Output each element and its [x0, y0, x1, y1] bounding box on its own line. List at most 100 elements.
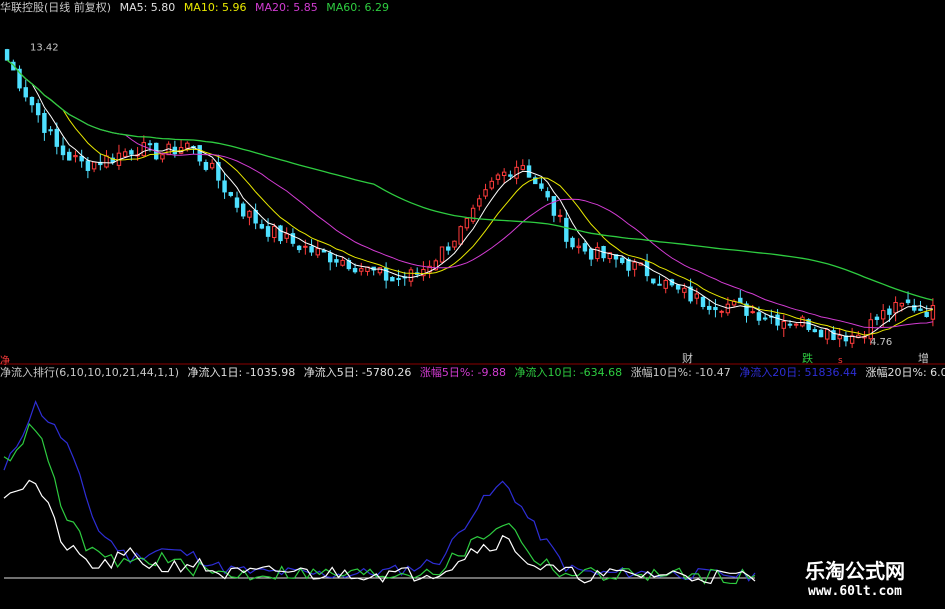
candle-body	[576, 245, 581, 249]
candle-body	[309, 246, 314, 253]
candle-body	[67, 151, 72, 161]
candle-body	[756, 312, 762, 321]
candle-body	[694, 293, 699, 299]
tag-die: 跌	[802, 352, 813, 365]
watermark: 乐淘公式网 www.60lt.com	[775, 555, 935, 607]
change-20d: 涨幅20日%: 6.01	[865, 366, 945, 379]
candle-body	[234, 197, 240, 208]
candle-body	[265, 226, 271, 237]
candle-body	[247, 210, 252, 218]
indicator-line-3	[3, 479, 756, 585]
candle-body	[48, 129, 53, 132]
candle-body	[781, 321, 786, 329]
candle-body	[825, 328, 830, 340]
candle-body	[160, 154, 165, 160]
tag-zeng: 增	[918, 352, 929, 365]
candle-body	[570, 237, 575, 248]
candle-body	[228, 192, 233, 196]
candle-body	[42, 112, 47, 133]
candle-body	[396, 277, 401, 280]
candle-body	[930, 305, 936, 320]
candle-body	[327, 252, 333, 263]
candle-body	[707, 305, 712, 310]
candle-body	[185, 142, 190, 149]
ma10-line	[6, 59, 934, 336]
tag-s: s	[838, 356, 843, 366]
candle-body	[23, 87, 28, 98]
candle-body	[390, 276, 395, 282]
candle-body	[508, 174, 513, 177]
candle-body	[868, 319, 873, 340]
candle-body	[750, 311, 755, 314]
candle-body	[470, 207, 476, 222]
candle-body	[104, 155, 109, 168]
candle-body	[29, 96, 35, 106]
candle-body	[887, 308, 892, 315]
candle-body	[899, 302, 905, 307]
candle-body	[439, 246, 445, 263]
candle-body	[545, 191, 550, 198]
candle-body	[893, 302, 898, 314]
candle-body	[464, 217, 470, 229]
ma10-label: MA10: 5.96	[183, 1, 247, 14]
candle-body	[539, 183, 544, 189]
candle-body	[241, 203, 246, 217]
candle-body	[141, 142, 147, 157]
candle-body	[408, 269, 414, 282]
inflow-1d: 净流入1日: -1035.98	[187, 366, 296, 379]
main-chart-header: 华联控股(日线 前复权) MA5: 5.80 MA10: 5.96 MA20: …	[0, 0, 945, 16]
tag-jing: 净	[0, 356, 10, 367]
ma5-line	[6, 59, 933, 338]
candle-body	[197, 145, 202, 162]
candle-body	[222, 180, 227, 193]
candle-body	[719, 310, 724, 313]
candle-body	[35, 103, 41, 116]
candle-body	[588, 248, 594, 260]
candle-body	[296, 245, 302, 251]
candle-body	[514, 166, 519, 179]
ma60-label: MA60: 6.29	[326, 1, 389, 14]
candle-body	[129, 150, 134, 155]
candle-body	[203, 161, 209, 170]
high-price-label: 13.42	[30, 42, 59, 53]
candle-body	[713, 307, 718, 311]
candle-body	[620, 257, 625, 264]
candle-body	[4, 49, 10, 61]
change-5d: 涨幅5日%: -9.88	[419, 366, 507, 379]
candle-body	[340, 259, 345, 266]
candle-body	[700, 296, 706, 307]
candle-body	[278, 225, 283, 242]
candle-body	[458, 226, 463, 245]
candle-body	[483, 189, 488, 197]
watermark-title: 乐淘公式网	[805, 559, 905, 583]
candle-body	[209, 162, 215, 169]
inflow-20d: 净流入20日: 51836.44	[739, 366, 857, 379]
candle-body	[874, 316, 880, 320]
indicator-name[interactable]: 净流入排行(6,10,10,10,21,44,1,1)	[0, 366, 179, 379]
candle-body	[147, 143, 153, 146]
candle-body	[377, 267, 383, 274]
candle-body	[54, 128, 60, 147]
candle-body	[644, 260, 650, 277]
candle-body	[918, 308, 923, 311]
indicator-header: 净流入排行(6,10,10,10,21,44,1,1) 净流入1日: -1035…	[0, 365, 945, 381]
candle-body	[122, 151, 128, 157]
candle-body	[657, 283, 662, 286]
candle-body	[762, 317, 768, 320]
candle-body	[60, 145, 66, 156]
candle-body	[334, 259, 339, 263]
candle-body	[489, 180, 494, 189]
low-price-label: 4.76	[870, 337, 892, 348]
candle-body	[793, 323, 799, 326]
inflow-10d: 净流入10日: -634.68	[514, 366, 623, 379]
candle-body	[551, 196, 557, 216]
candle-body	[837, 334, 842, 340]
stock-title[interactable]: 华联控股(日线 前复权)	[0, 1, 111, 14]
candle-body	[495, 174, 501, 180]
candle-body	[315, 248, 320, 256]
candle-body	[520, 165, 526, 170]
candle-body	[477, 198, 482, 207]
ma5-label: MA5: 5.80	[119, 1, 176, 14]
candle-body	[557, 214, 563, 217]
candle-body	[663, 280, 668, 289]
